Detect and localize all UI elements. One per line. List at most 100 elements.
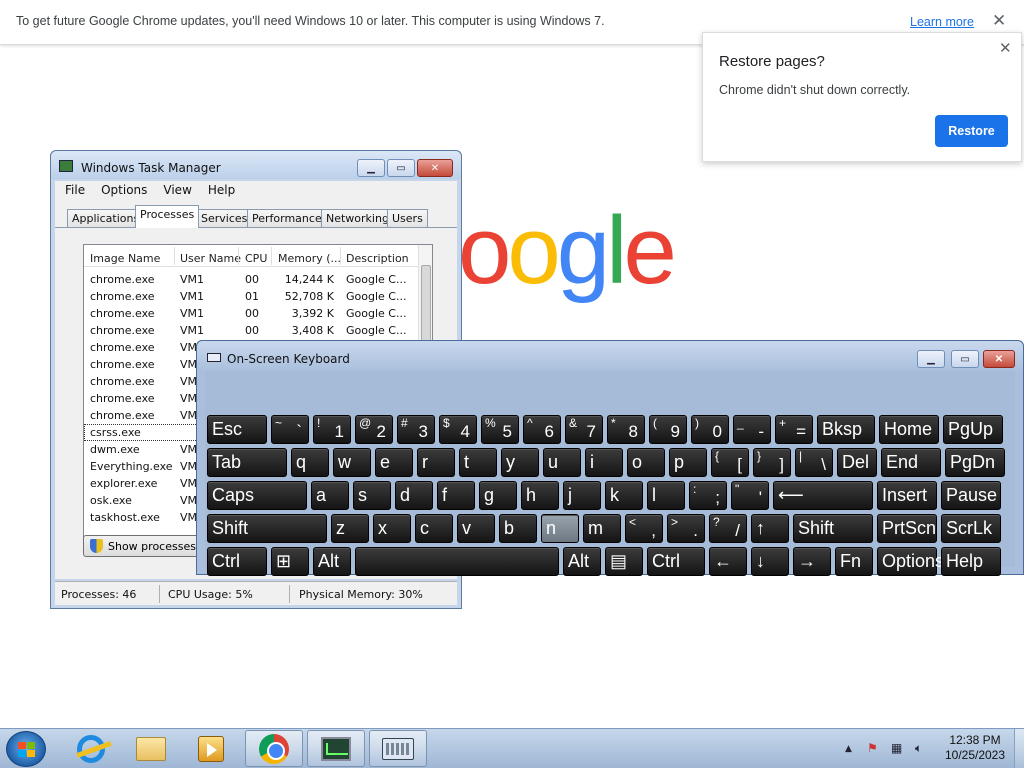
key-↑[interactable]: ↑ bbox=[751, 514, 789, 543]
col-user-name[interactable]: User Name bbox=[180, 252, 241, 265]
key-shift[interactable]: Shift bbox=[793, 514, 873, 543]
key-tab[interactable]: Tab bbox=[207, 448, 287, 477]
osk-close-button[interactable]: ✕ bbox=[983, 350, 1015, 368]
volume-muted-icon[interactable]: 🔈︎ bbox=[915, 741, 922, 756]
key-f[interactable]: f bbox=[437, 481, 475, 510]
taskbar-clock[interactable]: 12:38 PM 10/25/2023 bbox=[940, 733, 1010, 763]
key-d[interactable]: d bbox=[395, 481, 433, 510]
key-g[interactable]: g bbox=[479, 481, 517, 510]
key-m[interactable]: m bbox=[583, 514, 621, 543]
key-'[interactable]: " ' bbox=[731, 481, 769, 510]
learn-more-link[interactable]: Learn more bbox=[910, 15, 974, 29]
key-4[interactable]: $4 bbox=[439, 415, 477, 444]
menu-options[interactable]: Options bbox=[91, 181, 153, 197]
key-ctrl[interactable]: Ctrl bbox=[647, 547, 705, 576]
taskbar-task-manager[interactable] bbox=[307, 730, 365, 767]
key-6[interactable]: ^ 6 bbox=[523, 415, 561, 444]
menu-help[interactable]: Help bbox=[198, 181, 241, 197]
key-][interactable]: }] bbox=[753, 448, 791, 477]
process-row[interactable]: chrome.exe VM1 00 14,244 K Google C... bbox=[84, 271, 420, 288]
key-alt[interactable]: Alt bbox=[313, 547, 351, 576]
key-space[interactable] bbox=[355, 547, 559, 576]
key-scrlk[interactable]: ScrLk bbox=[941, 514, 1001, 543]
taskbar-chrome[interactable] bbox=[245, 730, 303, 767]
key-;[interactable]: :; bbox=[689, 481, 727, 510]
key-k[interactable]: k bbox=[605, 481, 643, 510]
key-esc[interactable]: Esc bbox=[207, 415, 267, 444]
restore-button[interactable]: Restore bbox=[935, 115, 1008, 147]
key-insert[interactable]: Insert bbox=[877, 481, 937, 510]
menu-file[interactable]: File bbox=[55, 181, 91, 197]
process-row[interactable]: chrome.exe VM1 00 3,408 K Google C... bbox=[84, 322, 420, 339]
key-a[interactable]: a bbox=[311, 481, 349, 510]
key-\[interactable]: | \ bbox=[795, 448, 833, 477]
key-→[interactable]: → bbox=[793, 547, 831, 576]
key-w[interactable]: w bbox=[333, 448, 371, 477]
key-h[interactable]: h bbox=[521, 481, 559, 510]
key-t[interactable]: t bbox=[459, 448, 497, 477]
taskbar-internet-explorer[interactable] bbox=[62, 730, 120, 767]
maximize-button[interactable]: ▭ bbox=[387, 159, 415, 177]
show-hidden-icons-arrow[interactable]: ▲ bbox=[845, 744, 852, 754]
key-x[interactable]: x bbox=[373, 514, 411, 543]
key-j[interactable]: j bbox=[563, 481, 601, 510]
key-pause[interactable]: Pause bbox=[941, 481, 1001, 510]
key-↓[interactable]: ↓ bbox=[751, 547, 789, 576]
minimize-button[interactable]: ▁ bbox=[357, 159, 385, 177]
key-7[interactable]: & 7 bbox=[565, 415, 603, 444]
close-button[interactable]: ✕ bbox=[417, 159, 453, 177]
key-0[interactable]: ) 0 bbox=[691, 415, 729, 444]
key-=[interactable]: + = bbox=[775, 415, 813, 444]
key-9[interactable]: (9 bbox=[649, 415, 687, 444]
key-alt[interactable]: Alt bbox=[563, 547, 601, 576]
osk-titlebar[interactable]: On-Screen Keyboard ▁ ▭ ✕ bbox=[197, 341, 1023, 371]
infobar-close-icon[interactable]: ✕ bbox=[992, 11, 1006, 31]
key-caps[interactable]: Caps bbox=[207, 481, 307, 510]
key-home[interactable]: Home bbox=[879, 415, 939, 444]
key-←[interactable]: ← bbox=[709, 547, 747, 576]
tab-networking[interactable]: Networking bbox=[321, 209, 394, 227]
key-del[interactable]: Del bbox=[837, 448, 877, 477]
taskbar-media-player[interactable] bbox=[182, 730, 240, 767]
key-end[interactable]: End bbox=[881, 448, 941, 477]
key-u[interactable]: u bbox=[543, 448, 581, 477]
key-ctrl[interactable]: Ctrl bbox=[207, 547, 267, 576]
key-v[interactable]: v bbox=[457, 514, 495, 543]
action-center-icon[interactable]: ⚑ bbox=[867, 741, 878, 755]
key-[[interactable]: {[ bbox=[711, 448, 749, 477]
tab-processes[interactable]: Processes bbox=[135, 205, 200, 228]
key-help[interactable]: Help bbox=[941, 547, 1001, 576]
key-pgdn[interactable]: PgDn bbox=[945, 448, 1005, 477]
taskbar-windows-explorer[interactable] bbox=[122, 730, 180, 767]
key-b[interactable]: b bbox=[499, 514, 537, 543]
key-/[interactable]: ? / bbox=[709, 514, 747, 543]
key-y[interactable]: y bbox=[501, 448, 539, 477]
col-image-name[interactable]: Image Name bbox=[90, 252, 160, 265]
osk-maximize-button[interactable]: ▭ bbox=[951, 350, 979, 368]
network-icon[interactable]: ▦ bbox=[891, 741, 902, 755]
key-⟵[interactable]: ⟵ bbox=[773, 481, 873, 510]
key-8[interactable]: * 8 bbox=[607, 415, 645, 444]
key-3[interactable]: #3 bbox=[397, 415, 435, 444]
key-5[interactable]: % 5 bbox=[481, 415, 519, 444]
tab-users[interactable]: Users bbox=[387, 209, 428, 227]
key-2[interactable]: @2 bbox=[355, 415, 393, 444]
key-n[interactable]: n bbox=[541, 514, 579, 543]
start-button[interactable] bbox=[6, 731, 46, 767]
tab-applications[interactable]: Applications bbox=[67, 209, 145, 227]
key-▤[interactable]: ▤ bbox=[605, 547, 643, 576]
taskbar-on-screen-keyboard[interactable] bbox=[369, 730, 427, 767]
key-e[interactable]: e bbox=[375, 448, 413, 477]
show-desktop-button[interactable] bbox=[1014, 729, 1024, 768]
key-c[interactable]: c bbox=[415, 514, 453, 543]
key--[interactable]: _ - bbox=[733, 415, 771, 444]
key-s[interactable]: s bbox=[353, 481, 391, 510]
osk-minimize-button[interactable]: ▁ bbox=[917, 350, 945, 368]
key-fn[interactable]: Fn bbox=[835, 547, 873, 576]
key-p[interactable]: p bbox=[669, 448, 707, 477]
process-row[interactable]: chrome.exe VM1 01 52,708 K Google C... bbox=[84, 288, 420, 305]
key-i[interactable]: i bbox=[585, 448, 623, 477]
key-.[interactable]: >. bbox=[667, 514, 705, 543]
key-bksp[interactable]: Bksp bbox=[817, 415, 875, 444]
key-pgup[interactable]: PgUp bbox=[943, 415, 1003, 444]
